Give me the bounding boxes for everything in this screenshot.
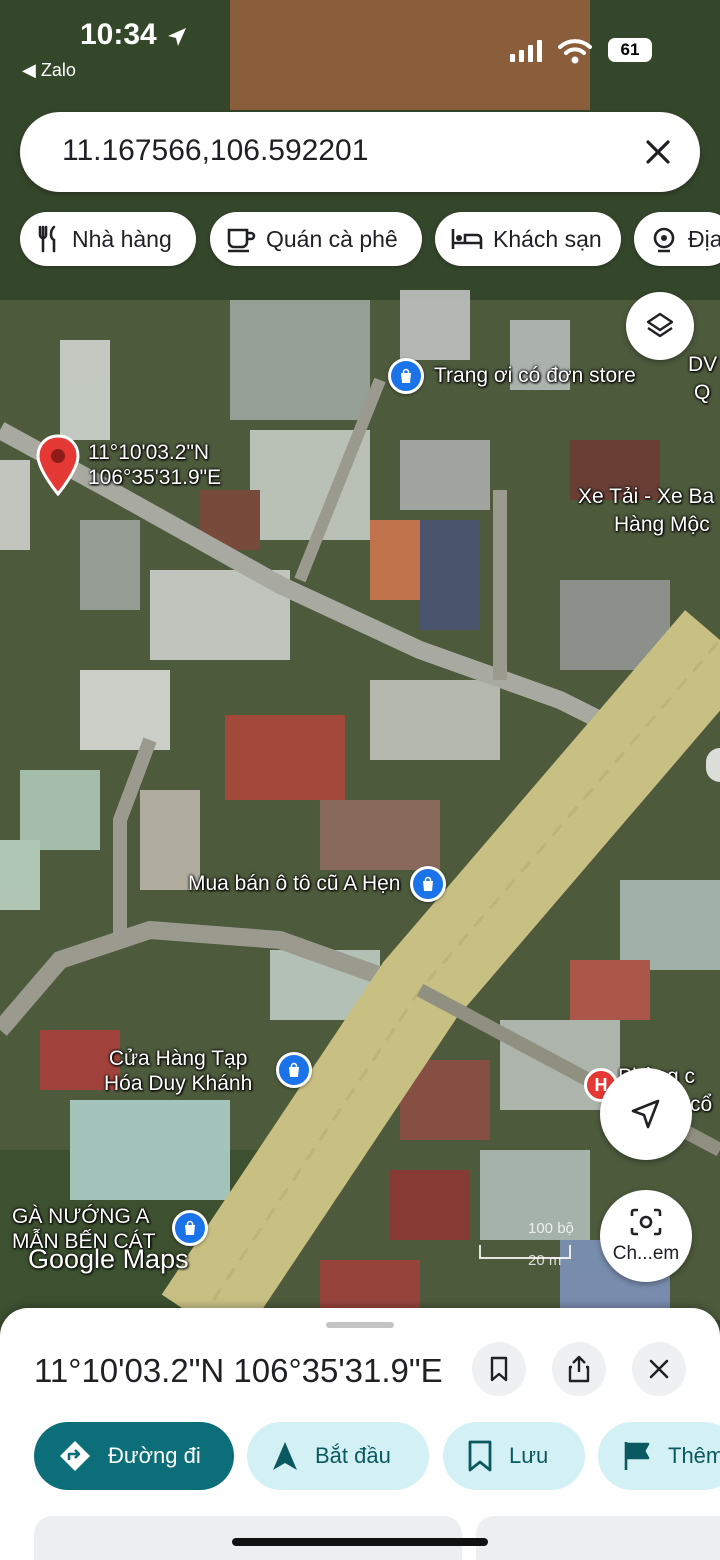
shopping-bag-icon [410, 866, 447, 902]
scale-top-label: 100 bộ [528, 1220, 574, 1237]
pin-lng: 106°35'31.9"E [88, 466, 222, 490]
shopping-bag-icon[interactable] [276, 1052, 312, 1088]
battery-icon: 61 [608, 38, 652, 62]
lens-label: Ch...em [612, 1243, 680, 1264]
close-sheet-button[interactable] [632, 1342, 686, 1396]
share-icon [568, 1355, 590, 1383]
add-label-text: Thêm [668, 1443, 720, 1468]
status-time: 10:34 [80, 18, 157, 51]
chip-label: Quán cà phê [266, 225, 398, 252]
save-button[interactable]: Lưu [443, 1422, 585, 1490]
dropped-pin[interactable] [36, 434, 80, 496]
chip-label: Nhà hàng [72, 225, 172, 252]
close-icon [649, 1359, 669, 1379]
back-to-zalo-link[interactable]: ◀ Zalo [22, 60, 76, 81]
satellite-map[interactable]: 11°10'03.2"N 106°35'31.9"E Trang ơi có đ… [0, 0, 720, 1320]
start-button[interactable]: Bắt đầu [247, 1422, 429, 1490]
place-title: 11°10'03.2"N 106°35'31.9"E [34, 1352, 443, 1389]
shopping-bag-icon[interactable] [172, 1210, 208, 1246]
shopping-bag-icon [388, 358, 424, 394]
layers-button[interactable] [626, 292, 694, 360]
save-label: Lưu [509, 1443, 549, 1468]
my-location-button[interactable] [600, 1068, 692, 1160]
start-label: Bắt đầu [315, 1443, 391, 1468]
chip-restaurants[interactable]: Nhà hàng [20, 212, 196, 266]
search-query[interactable]: 11.167566,106.592201 [62, 134, 368, 168]
directions-button[interactable]: Đường đi [34, 1422, 234, 1490]
directions-icon [60, 1441, 90, 1471]
navigation-arrow-icon [631, 1099, 660, 1129]
close-icon[interactable] [640, 134, 676, 170]
scale-bottom-label: 20 m [528, 1252, 562, 1269]
signal-icon [510, 40, 542, 62]
poi-trang-oi[interactable]: Trang ơi có đơn store [388, 358, 636, 394]
chip-hotels[interactable]: Khách sạn [435, 212, 621, 266]
poi-edge-label: DV [688, 353, 718, 376]
home-indicator[interactable] [232, 1538, 488, 1546]
navigation-icon [273, 1442, 297, 1470]
pin-coords-label: 11°10'03.2"N 106°35'31.9"E [88, 440, 221, 490]
poi-edge-label: Xe Tải - Xe Ba [578, 485, 715, 508]
poi-mua-ban-oto[interactable]: Mua bán ô tô cũ A Hẹn [188, 866, 447, 902]
poi-tap-hoa-label[interactable]: Cửa Hàng Tạp Hóa Duy Khánh [104, 1046, 252, 1096]
map-pin-icon [36, 434, 80, 496]
poi-edge-label: Hàng Mộc [614, 513, 710, 536]
chip-label: Khách sạn [493, 225, 602, 252]
directions-label: Đường đi [108, 1443, 201, 1468]
hotel-icon [451, 229, 483, 249]
poi-label-line: Hóa Duy Khánh [104, 1072, 253, 1096]
search-bar[interactable]: 11.167566,106.592201 [20, 112, 700, 192]
share-button[interactable] [552, 1342, 606, 1396]
poi-label-line: GÀ NƯỚNG A [12, 1205, 150, 1228]
restaurant-icon [38, 225, 56, 253]
poi-label: Trang ơi có đơn store [434, 364, 636, 388]
bookmark-icon [490, 1356, 508, 1382]
camera-search-icon [630, 1208, 662, 1236]
coffee-icon [227, 228, 256, 253]
poi-edge-label: cổ [690, 1093, 713, 1116]
attraction-icon [653, 227, 675, 253]
add-label-button[interactable]: Thêm [598, 1422, 720, 1490]
lens-button[interactable]: Ch...em [600, 1190, 692, 1282]
location-arrow-icon [168, 28, 186, 46]
wifi-icon [558, 39, 592, 64]
chip-label: Địa [688, 225, 720, 252]
pin-lat: 11°10'03.2"N [88, 441, 210, 464]
poi-label-line: Cửa Hàng Tạp [108, 1047, 248, 1070]
bookmark-icon [468, 1440, 492, 1472]
layers-icon [646, 312, 674, 338]
preview-card[interactable] [476, 1516, 720, 1560]
poi-edge-label: Q [694, 381, 711, 404]
status-bar: 10:34 ◀ Zalo 61 [0, 0, 720, 90]
google-maps-watermark: Google Maps [28, 1244, 189, 1274]
sheet-drag-handle[interactable] [326, 1322, 394, 1328]
poi-label: Mua bán ô tô cũ A Hẹn [188, 872, 401, 896]
flag-icon [624, 1442, 650, 1470]
chip-attractions[interactable]: Địa [634, 212, 720, 266]
save-bookmark-button[interactable] [472, 1342, 526, 1396]
chip-cafes[interactable]: Quán cà phê [210, 212, 422, 266]
